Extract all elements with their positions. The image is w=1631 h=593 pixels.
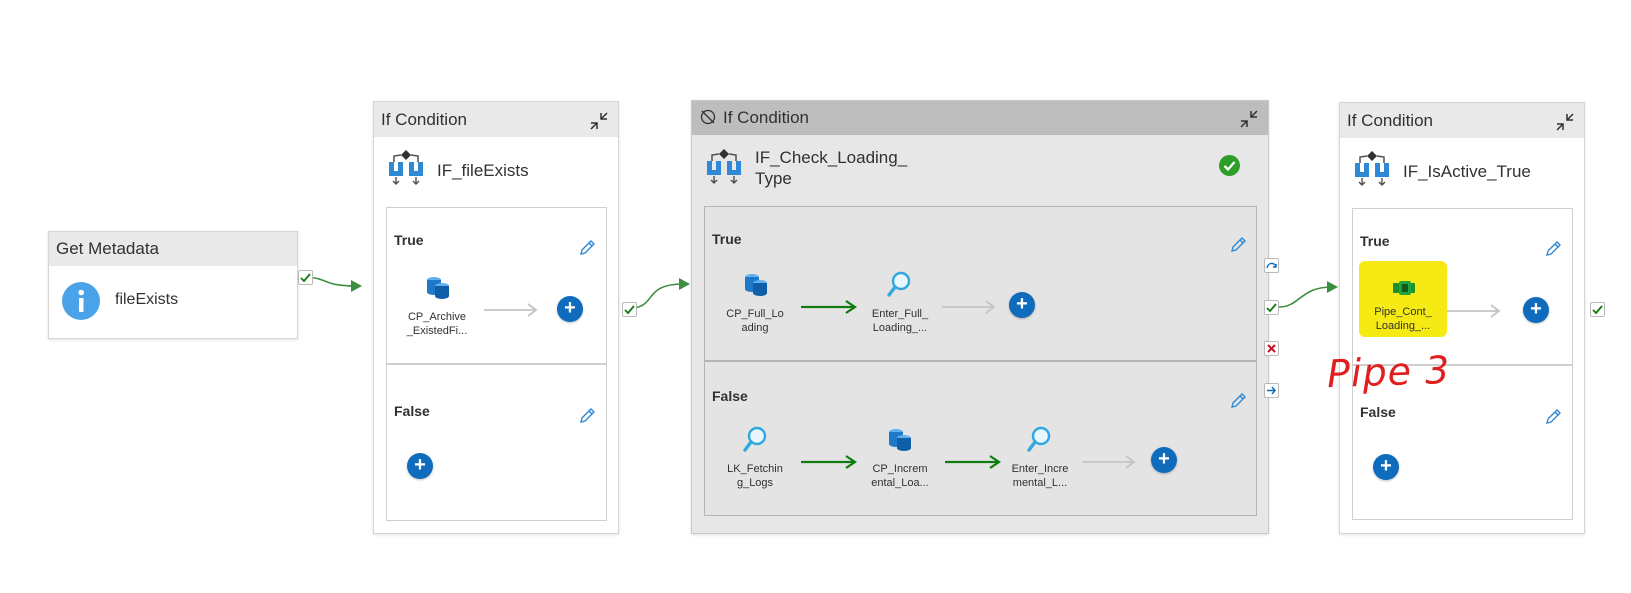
handwritten-annotation: Pipe 3 [1326, 347, 1451, 397]
pending-connector [1447, 304, 1501, 318]
if-condition-icon [1352, 149, 1392, 187]
activity-label: Enter_Full_ Loading_... [871, 308, 929, 334]
branch-label: True [1360, 233, 1390, 249]
if-condition-icon [704, 147, 744, 185]
if-condition-activity[interactable]: If Condition IF_fileExists True CP_Archi… [373, 101, 619, 534]
pending-connector [942, 300, 996, 314]
activity-label: CP_Full_Lo ading [726, 308, 784, 334]
connector-arrowhead [1327, 281, 1338, 293]
pending-connector [484, 303, 538, 317]
branch-label: False [712, 388, 748, 404]
edit-icon[interactable] [1543, 239, 1563, 259]
activity-label: LK_Fetchin g_Logs [727, 463, 783, 489]
true-branch[interactable]: True Pipe_Cont_ Loading_... + [1352, 208, 1573, 365]
activity-name: IF_fileExists [437, 161, 529, 180]
if-condition-activity[interactable]: If Condition IF_Check_Loading_ Type True… [691, 100, 1269, 534]
activity-type-header: Get Metadata [49, 232, 297, 266]
success-status-icon [1219, 155, 1240, 176]
branch-label: False [394, 403, 430, 419]
copy-data-icon [887, 426, 913, 452]
activity-label: CP_Increm ental_Loa... [871, 463, 929, 489]
add-activity-button[interactable]: + [1151, 447, 1177, 473]
completion-output-port[interactable] [1264, 383, 1279, 398]
if-condition-activity[interactable]: If Condition IF_IsActive_True True Pipe_… [1339, 102, 1585, 534]
copy-data-icon [425, 274, 451, 300]
info-icon [62, 282, 100, 320]
connector-arrowhead [351, 280, 362, 292]
add-activity-button[interactable]: + [557, 296, 583, 322]
edit-icon[interactable] [577, 238, 597, 258]
deactivated-icon [700, 103, 716, 125]
edit-icon[interactable] [1228, 235, 1248, 255]
success-connector [1278, 286, 1333, 308]
success-connector [945, 455, 1001, 469]
activity-name: fileExists [115, 291, 179, 308]
activity-label: CP_Archive _ExistedFi... [406, 311, 468, 337]
activity-type-header: If Condition [692, 101, 1268, 135]
copy-data-icon [743, 271, 769, 297]
success-output-port[interactable] [1590, 302, 1605, 317]
collapse-icon[interactable] [588, 110, 610, 132]
connector-arrowhead [679, 278, 690, 290]
true-branch[interactable]: True CP_Full_Lo ading Enter_Full_ Loadin… [704, 206, 1257, 361]
get-metadata-activity[interactable]: Get Metadata fileExists [48, 231, 298, 339]
activity-name: IF_IsActive_True [1403, 162, 1531, 181]
add-activity-button[interactable]: + [407, 453, 433, 479]
add-activity-button[interactable]: + [1009, 292, 1035, 318]
branch-label: True [394, 232, 424, 248]
lookup-icon [887, 271, 913, 299]
branch-label: True [712, 231, 742, 247]
lookup-icon [743, 426, 769, 454]
execute-pipeline-icon [1391, 277, 1417, 299]
activity-type-header: If Condition [374, 102, 618, 137]
failure-output-port[interactable] [1264, 341, 1279, 356]
branch-label: False [1360, 404, 1396, 420]
activity-name: IF_Check_Loading_ Type [755, 148, 908, 188]
success-output-port[interactable] [1264, 300, 1279, 315]
collapse-icon[interactable] [1554, 111, 1576, 133]
add-activity-button[interactable]: + [1373, 454, 1399, 480]
add-activity-button[interactable]: + [1523, 297, 1549, 323]
pending-connector [1082, 455, 1136, 469]
false-branch[interactable]: False LK_Fetchin g_Logs CP_Increm ental_… [704, 361, 1257, 516]
success-connector [801, 455, 857, 469]
activity-label: Enter_Incre mental_L... [1011, 463, 1069, 489]
success-output-port[interactable] [622, 302, 637, 317]
false-branch[interactable]: False + [386, 364, 607, 521]
skipped-output-port[interactable] [1264, 258, 1279, 273]
edit-icon[interactable] [577, 406, 597, 426]
success-connector [801, 300, 857, 314]
true-branch[interactable]: True CP_Archive _ExistedFi... + [386, 207, 607, 364]
success-output-port[interactable] [298, 270, 313, 285]
activity-label: Pipe_Cont_ Loading_... [1374, 306, 1432, 332]
edit-icon[interactable] [1543, 407, 1563, 427]
if-condition-icon [386, 148, 426, 186]
edit-icon[interactable] [1228, 391, 1248, 411]
collapse-icon[interactable] [1238, 108, 1260, 130]
activity-type-header: If Condition [1340, 103, 1584, 138]
lookup-icon [1027, 426, 1053, 454]
